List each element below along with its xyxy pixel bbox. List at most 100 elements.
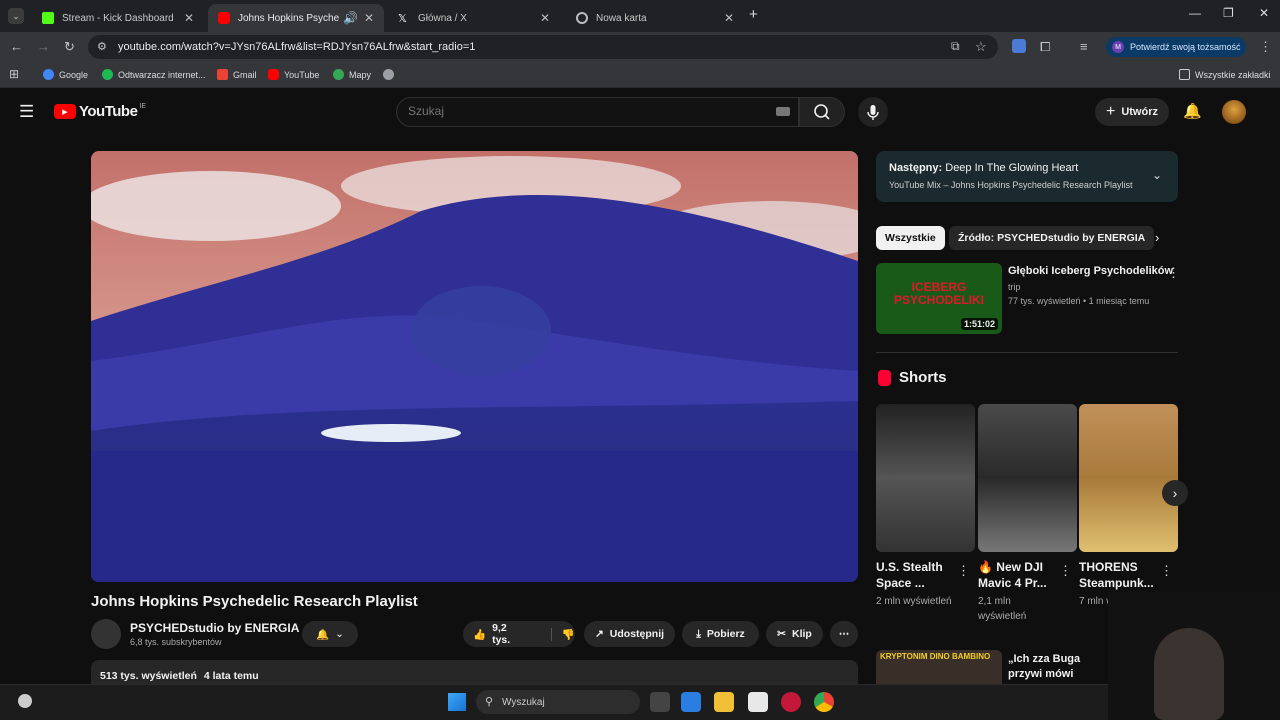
close-tab-icon[interactable]: ✕ <box>540 11 550 25</box>
tab-kick[interactable]: Stream - Kick Dashboard ✕ <box>32 4 204 32</box>
chevron-right-icon[interactable]: › <box>1155 230 1159 245</box>
bookmark-label: YouTube <box>284 69 320 80</box>
search-input[interactable] <box>408 104 768 118</box>
sidebar-channel[interactable]: trip <box>1008 282 1021 292</box>
like-count: 9,2 tys. <box>492 622 511 646</box>
search-button[interactable] <box>799 97 845 127</box>
chrome-icon[interactable] <box>814 692 834 712</box>
tab-title: Główna / X <box>418 12 467 24</box>
close-window-icon[interactable]: ✕ <box>1259 6 1269 20</box>
tab-x[interactable]: 𝕏 Główna / X ✕ <box>388 4 560 32</box>
apps-grid-icon[interactable]: ⊞ <box>9 67 19 81</box>
sidebar-video-title[interactable]: Głęboki Iceberg Psychodelików <box>1008 265 1173 277</box>
site-info-icon[interactable]: ⚙ <box>97 40 107 53</box>
kebab-menu-icon[interactable]: ⋮ <box>1160 563 1173 579</box>
create-button[interactable]: + Utwórz <box>1095 98 1169 126</box>
short-thumbnail[interactable] <box>876 404 975 552</box>
bookmark-youtube[interactable]: YouTube <box>268 69 319 80</box>
translate-icon[interactable] <box>1012 39 1026 53</box>
tab-new[interactable]: Nowa karta ✕ <box>566 4 744 32</box>
up-next-panel[interactable] <box>876 151 1178 202</box>
dislike-icon[interactable]: 👎 <box>550 627 575 641</box>
kebab-menu-icon[interactable]: ⋮ <box>1059 563 1072 579</box>
tab-youtube[interactable]: Johns Hopkins Psychedelic 🔊 ✕ <box>208 4 384 32</box>
minimize-icon[interactable]: — <box>1189 6 1201 20</box>
speaker-icon[interactable]: 🔊 <box>343 11 358 25</box>
bookmark-google[interactable]: Google <box>43 69 88 80</box>
bookmark-globe[interactable] <box>383 69 399 80</box>
app-icon[interactable] <box>781 692 801 712</box>
like-button[interactable]: 👍 9,2 tys. 👎 <box>463 621 575 647</box>
more-actions-button[interactable]: ⋯ <box>830 621 858 647</box>
address-bar-url[interactable]: youtube.com/watch?v=JYsn76ALfrw&list=RDJ… <box>118 41 475 53</box>
tab-search-chevron-icon[interactable]: ⌄ <box>8 8 24 24</box>
video-thumbnail[interactable]: KRYPTONIM DINO BAMBINO <box>876 650 1002 684</box>
sidebar-video-title[interactable]: „Ich zza Buga przywi mówi sąsiad z Wyryk <box>1008 652 1108 682</box>
upload-age: 4 lata temu <box>203 670 259 682</box>
file-explorer-icon[interactable] <box>714 692 734 712</box>
notifications-subscribe-button[interactable]: 🔔 ⌄ <box>302 621 358 647</box>
bookmark-gmail[interactable]: Gmail <box>217 69 257 80</box>
chip-source[interactable]: Źródło: PSYCHEDstudio by ENERGIA <box>949 226 1155 250</box>
reading-list-icon[interactable]: ≡ <box>1080 39 1088 54</box>
taskbar-search[interactable]: Wyszukaj <box>476 690 640 714</box>
all-bookmarks[interactable]: Wszystkie zakładki <box>1179 69 1271 80</box>
bookmark-spotify[interactable]: Odtwarzacz internet... <box>102 69 206 80</box>
divider <box>876 352 1178 353</box>
chip-all[interactable]: Wszystkie <box>876 226 945 250</box>
short-thumbnail[interactable] <box>1079 404 1178 552</box>
forward-icon[interactable]: → <box>37 39 50 54</box>
video-thumbnail[interactable]: ICEBERG PSYCHODELIKI 1:51:02 <box>876 263 1002 334</box>
bookmark-maps[interactable]: Mapy <box>333 69 371 80</box>
video-player[interactable] <box>91 151 858 582</box>
menu-dots-icon[interactable]: ⋮ <box>1259 39 1272 55</box>
store-icon[interactable] <box>681 692 701 712</box>
search-icon: ⚲ <box>485 696 494 708</box>
thumbs-up-icon: 👍 <box>473 628 487 641</box>
shorts-logo-icon <box>878 369 891 386</box>
short-title[interactable]: THORENS Steampunk... <box>1079 559 1159 591</box>
close-tab-icon[interactable]: ✕ <box>184 11 194 25</box>
all-bookmarks-label: Wszystkie zakładki <box>1195 69 1271 80</box>
maximize-icon[interactable]: ❐ <box>1223 6 1234 20</box>
maps-pin-icon <box>333 69 344 80</box>
short-title[interactable]: U.S. Stealth Space ... <box>876 559 956 591</box>
kebab-menu-icon[interactable]: ⋮ <box>1167 265 1180 281</box>
notifications-bell-icon[interactable]: 🔔 <box>1183 102 1202 120</box>
hamburger-menu-icon[interactable]: ☰ <box>19 102 34 122</box>
identity-button[interactable]: M Potwierdź swoją tożsamość <box>1106 37 1246 57</box>
google-icon <box>43 69 54 80</box>
install-app-icon[interactable]: ⧉ <box>951 39 960 54</box>
share-button[interactable]: ↗ Udostępnij <box>584 621 675 647</box>
notion-icon[interactable] <box>748 692 768 712</box>
back-icon[interactable]: ← <box>10 39 23 54</box>
channel-avatar[interactable] <box>91 619 121 649</box>
chevron-right-button[interactable]: › <box>1162 480 1188 506</box>
download-button[interactable]: ⤓ Pobierz <box>682 621 759 647</box>
short-thumbnail[interactable] <box>978 404 1077 552</box>
youtube-logo[interactable]: ▶ YouTube IE <box>54 103 146 120</box>
extensions-icon[interactable]: ⧠ <box>1040 39 1050 55</box>
windows-start-icon[interactable] <box>448 693 466 711</box>
share-icon: ↗ <box>594 628 604 640</box>
short-title[interactable]: 🔥 New DJI Mavic 4 Pr... <box>978 559 1058 591</box>
clip-button[interactable]: ✂ Klip <box>766 621 823 647</box>
account-avatar[interactable] <box>1222 100 1246 124</box>
channel-name[interactable]: PSYCHEDstudio by ENERGIA <box>130 621 299 635</box>
chrome-icon <box>576 12 588 24</box>
video-frame-landscape <box>91 151 858 582</box>
new-tab-icon[interactable]: + <box>749 6 758 23</box>
voice-search-button[interactable] <box>858 97 888 127</box>
view-stats: 513 tys. wyświetleń 4 lata temu <box>100 670 259 682</box>
kebab-menu-icon[interactable]: ⋮ <box>957 563 970 579</box>
weather-icon[interactable] <box>18 694 32 708</box>
folder-icon <box>1179 69 1190 80</box>
chevron-down-icon[interactable]: ⌄ <box>1152 168 1162 182</box>
task-view-icon[interactable] <box>650 692 670 712</box>
youtube-logo-text: YouTube <box>79 103 138 120</box>
close-tab-icon[interactable]: ✕ <box>364 11 374 25</box>
bookmark-star-icon[interactable]: ☆ <box>975 39 987 55</box>
close-tab-icon[interactable]: ✕ <box>724 11 734 25</box>
keyboard-icon[interactable] <box>776 107 790 116</box>
reload-icon[interactable]: ↻ <box>64 39 75 55</box>
